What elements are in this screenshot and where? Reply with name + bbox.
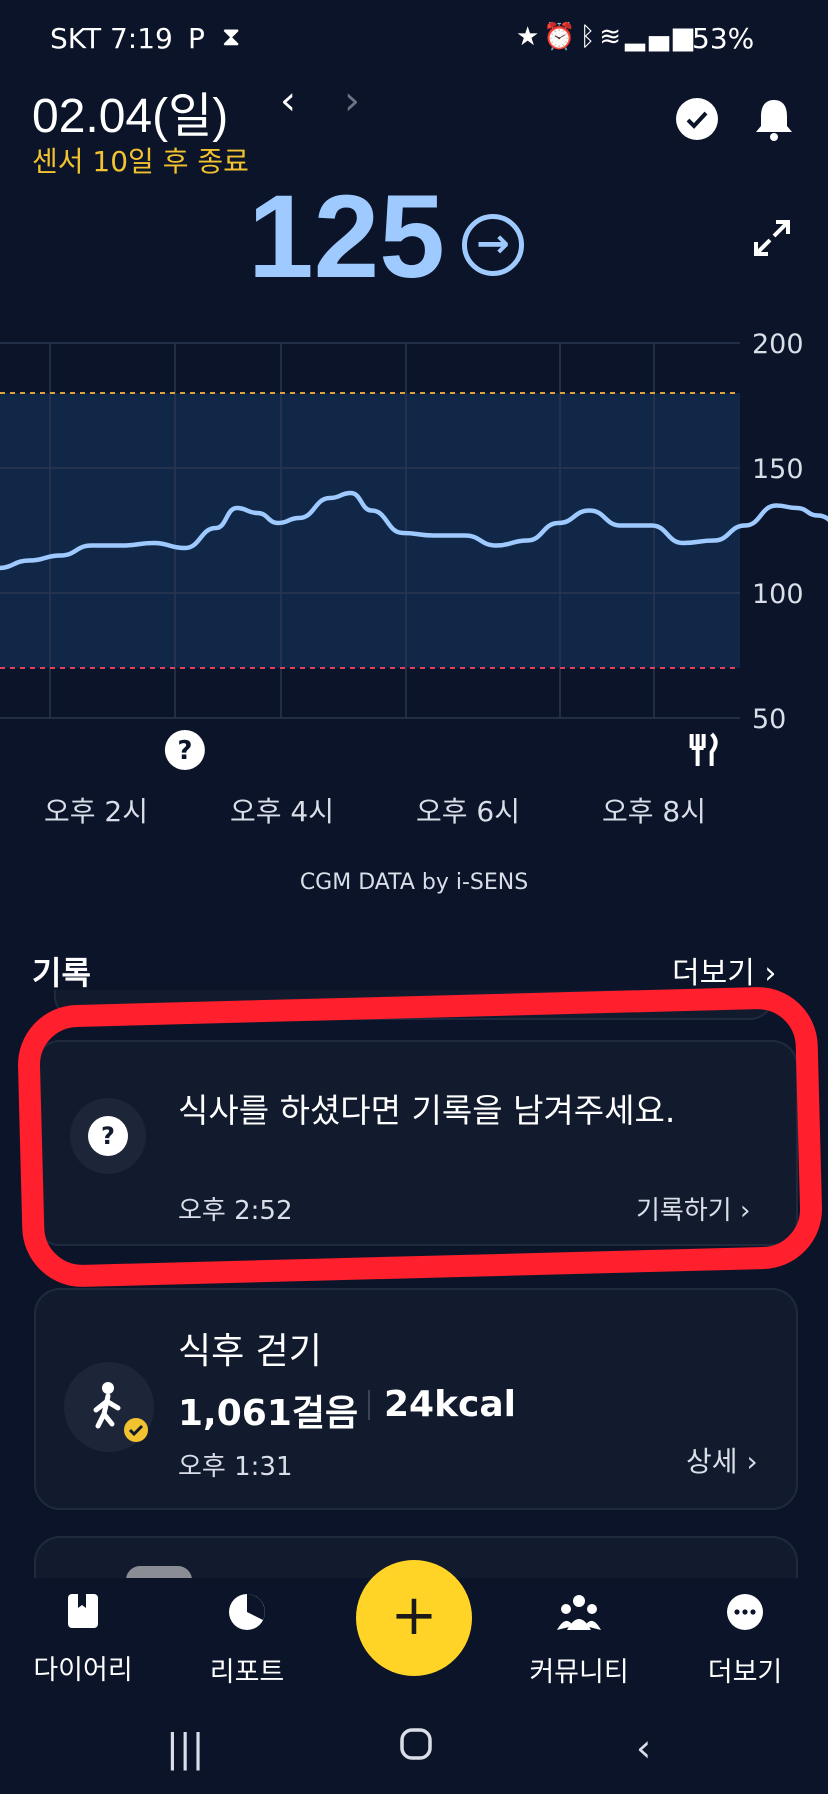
question-icon-glyph: ? — [177, 736, 192, 766]
records-title: 기록 — [32, 954, 91, 992]
walking-icon-circle — [64, 1362, 154, 1452]
diary-icon — [68, 1594, 98, 1628]
back-button[interactable]: ‹ — [636, 1726, 651, 1770]
more-link-label: 더보기 — [672, 956, 755, 991]
y-tick-label: 50 — [752, 704, 786, 735]
parking-icon: P — [188, 22, 205, 55]
nav-report-label: 리포트 — [209, 1657, 285, 1688]
recent-apps-button[interactable]: ||| — [166, 1726, 204, 1770]
nav-more[interactable]: 더보기 — [670, 1592, 820, 1689]
walk-kcal: 24kcal — [384, 1384, 517, 1425]
y-tick-label: 200 — [752, 330, 804, 360]
alarm-icon: ⏰ — [543, 22, 580, 52]
nav-diary[interactable]: 다이어리 — [8, 1592, 158, 1687]
stat-divider — [368, 1390, 370, 1420]
signal-icon: ▂▄▆ — [625, 22, 698, 52]
wifi-icon: ≋ — [599, 22, 626, 52]
walk-title: 식후 걷기 — [178, 1331, 322, 1372]
report-icon — [229, 1594, 265, 1630]
walk-steps: 1,061걸음 — [178, 1393, 359, 1434]
walking-icon — [93, 1382, 148, 1442]
cgm-data-credit: CGM DATA by i-SENS — [299, 870, 529, 895]
verified-badge-icon[interactable] — [676, 98, 718, 140]
records-more-link[interactable]: 더보기 › — [672, 948, 776, 992]
home-button[interactable] — [398, 1726, 434, 1771]
x-tick-label: 오후 4시 — [230, 795, 334, 828]
x-tick-label: 오후 2시 — [44, 795, 148, 828]
red-annotation-outline — [16, 985, 824, 1289]
x-tick-label: 오후 6시 — [416, 795, 520, 828]
y-tick-label: 150 — [752, 454, 804, 485]
nav-community-label: 커뮤니티 — [529, 1657, 629, 1688]
next-day-button[interactable]: › — [344, 78, 360, 124]
trend-arrow-icon: → — [462, 214, 524, 276]
y-tick-label: 100 — [752, 579, 804, 610]
battery-level: 53% — [692, 22, 755, 55]
expand-icon[interactable] — [752, 218, 792, 267]
bluetooth-icon: ᛒ — [579, 22, 600, 52]
walk-detail-label: 상세 — [686, 1445, 738, 1478]
current-date[interactable]: 02.04(일) — [32, 76, 228, 146]
more-icon — [727, 1594, 763, 1630]
nav-more-label: 더보기 — [707, 1657, 783, 1688]
chevron-right-icon: › — [764, 956, 777, 991]
add-record-button[interactable]: + — [356, 1560, 472, 1676]
nav-community[interactable]: 커뮤니티 — [504, 1592, 654, 1689]
walk-time: 오후 1:31 — [178, 1452, 293, 1482]
prev-day-button[interactable]: ‹ — [280, 78, 296, 124]
nav-diary-label: 다이어리 — [33, 1655, 133, 1686]
x-tick-label: 오후 8시 — [602, 795, 706, 828]
sensor-expiry-notice: 센서 10일 후 종료 — [32, 145, 249, 178]
chevron-right-icon: › — [746, 1445, 758, 1478]
bell-icon[interactable] — [752, 96, 796, 152]
hourglass-icon: ⧗ — [222, 22, 241, 52]
glucose-value: 125 — [248, 171, 445, 303]
meal-icon — [689, 732, 718, 766]
system-status-icons: ★⏰ᛒ≋▂▄▆ — [516, 22, 697, 52]
carrier-time: SKT 7:19 — [50, 22, 173, 55]
community-icon — [557, 1595, 601, 1630]
glucose-chart: 200 150 100 50? — [0, 330, 828, 770]
nav-report[interactable]: 리포트 — [172, 1592, 322, 1689]
star-icon: ★ — [516, 22, 544, 52]
target-range-band — [0, 393, 740, 668]
walk-detail-link[interactable]: 상세 › — [686, 1440, 758, 1480]
